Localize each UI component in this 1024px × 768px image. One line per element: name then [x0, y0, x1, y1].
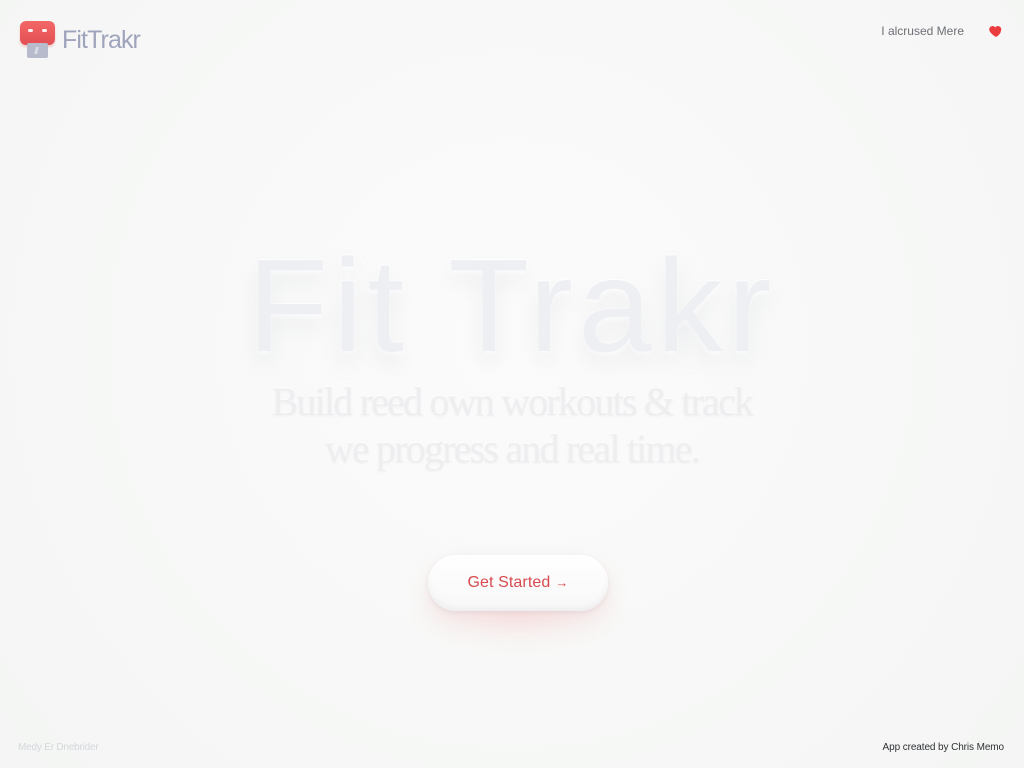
logo-icon-bottom-shape [27, 43, 48, 58]
brand-name: FitTrakr [62, 26, 141, 54]
get-started-label: Get Started [467, 574, 551, 591]
footer-right-text: App created by Chris Memo [882, 742, 1005, 753]
brand-logo-link[interactable]: FitTrakr [20, 18, 141, 62]
header-actions: I alcrused Mere [881, 19, 1004, 43]
footer-left-text: Medy Er Dnebrider [18, 742, 99, 753]
fittrakr-logo-icon [20, 18, 56, 60]
hero-section: Fit Trakr Build reed own workouts & trac… [0, 210, 1024, 490]
hero-title: Fit Trakr [247, 232, 777, 379]
arrow-right-icon: → [555, 574, 569, 590]
get-started-area: Get Started → [390, 530, 646, 656]
header-nav-link[interactable]: I alcrused Mere [881, 21, 964, 41]
landing-page: FitTrakr I alcrused Mere Fit Trakr Build… [0, 0, 1024, 768]
hero-subtitle-line-2: we progress and real time. [324, 426, 701, 471]
heart-icon-shape [989, 26, 1002, 37]
hero-subtitle: Build reed own workouts & track we progr… [155, 378, 869, 472]
logo-icon-top-shape [20, 21, 55, 45]
page-header: FitTrakr I alcrused Mere [0, 0, 1024, 70]
heart-icon[interactable] [988, 23, 1004, 39]
hero-subtitle-line-1: Build reed own workouts & track [271, 379, 755, 424]
get-started-button[interactable]: Get Started → [428, 555, 608, 611]
